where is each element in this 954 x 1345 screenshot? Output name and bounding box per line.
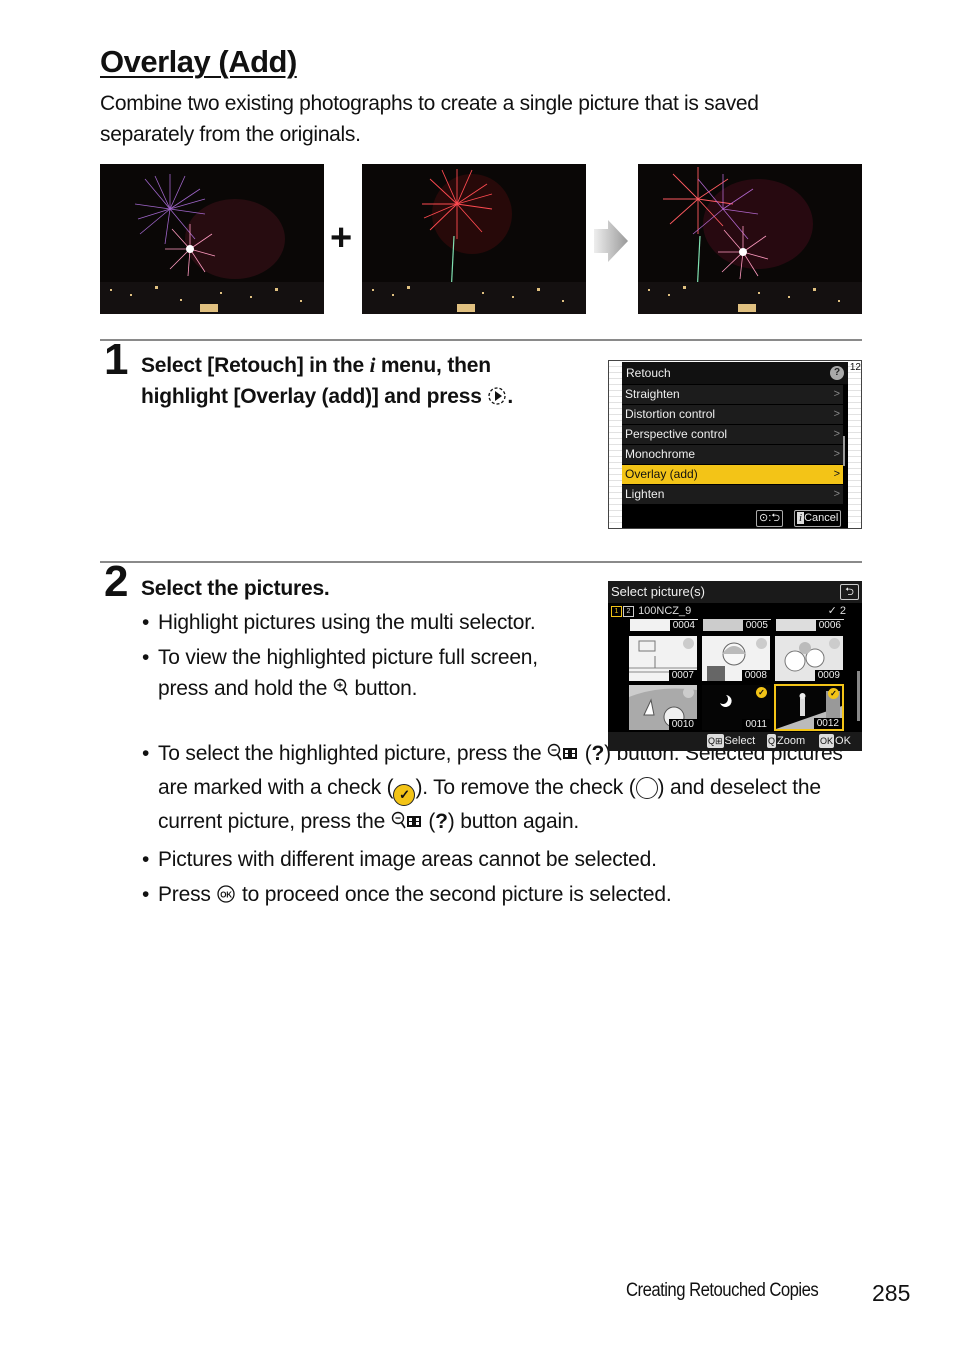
select-button[interactable]: Q⊞ Select [707, 734, 755, 748]
thumbnail-0009[interactable]: 0009 [775, 636, 843, 681]
select-footer: Q⊞ Select Q Zoom OK OK [608, 732, 862, 751]
retouch-menu-screen: 12 Retouch ? Straighten > Distortion cont… [608, 360, 862, 529]
step-2-divider [100, 561, 862, 563]
check-mark-icon: ✓ [393, 784, 416, 806]
plus-sign: + [330, 217, 353, 259]
scrollbar[interactable] [843, 436, 845, 466]
step-2-bullets-top: Highlight pictures using the multi selec… [140, 607, 580, 711]
step-1-instruction: Select [Retouch] in the i menu, then hig… [141, 350, 591, 415]
back-button[interactable]: ⊙:⮌ [756, 510, 784, 527]
menu-item-distortion-control[interactable]: Distortion control > [622, 405, 843, 424]
thumbnail-0012[interactable]: ✓ 0012 [774, 684, 844, 731]
fireworks-image-combined [638, 164, 862, 314]
thumbnail-0006[interactable]: 0006 [776, 619, 844, 631]
menu-item-monochrome[interactable]: Monochrome > [622, 445, 843, 464]
ok-button-icon: OK [216, 882, 236, 913]
menu-item-straighten[interactable]: Straighten > [622, 385, 843, 404]
section-footer: Creating Retouched Copies [626, 1280, 819, 1301]
bullet-proceed: Press OK to proceed once the second pict… [140, 879, 870, 913]
second-source-photo [362, 164, 586, 314]
cancel-button[interactable]: i Cancel [794, 510, 842, 527]
thumbnail-0008[interactable]: 0008 [702, 636, 770, 681]
i-button-icon: i [797, 512, 805, 524]
scrollbar[interactable] [857, 671, 860, 721]
bullet-select: To select the highlighted picture, press… [140, 738, 870, 840]
select-pictures-screen: Select picture(s) ⮌ 12 100NCZ_9 ✓ 2 0004… [608, 581, 862, 751]
result-arrow-icon [594, 220, 630, 267]
zoom-out-thumbnail-icon: Q⊞ [707, 734, 724, 748]
select-header: Select picture(s) ⮌ [608, 581, 862, 603]
bullet-zoom-view: To view the highlighted picture full scr… [140, 642, 580, 707]
step-1-divider [100, 339, 862, 341]
bullet-image-areas: Pictures with different image areas cann… [140, 844, 870, 875]
back-icon[interactable]: ⮌ [840, 584, 859, 600]
step-1-number: 1 [104, 335, 129, 384]
step-2-heading: Select the pictures. [141, 577, 330, 600]
thumbnail-0007[interactable]: 0007 [629, 636, 697, 681]
first-source-photo [100, 164, 324, 314]
zoom-in-icon [333, 676, 349, 707]
page-title: Overlay (Add) [100, 44, 297, 79]
chevron-right-icon: > [833, 448, 840, 460]
intro-paragraph: Combine two existing photographs to crea… [100, 92, 759, 146]
chevron-right-icon: > [833, 428, 840, 440]
menu-item-perspective-control[interactable]: Perspective control > [622, 425, 843, 444]
page-indicator: 12 [849, 362, 861, 373]
zoom-button[interactable]: Q Zoom [767, 734, 805, 748]
checked-icon: ✓ [828, 688, 839, 699]
menu-item-overlay-add[interactable]: Overlay (add) > [622, 465, 843, 484]
thumbnail-0005[interactable]: 0005 [703, 619, 771, 631]
page-number: 285 [872, 1280, 911, 1306]
chevron-right-icon: > [833, 408, 840, 420]
zoom-in-icon: Q [767, 734, 777, 748]
folder-bar: 12 100NCZ_9 ✓ 2 [608, 603, 862, 619]
unselected-circle-icon [683, 687, 694, 698]
menu-item-lighten[interactable]: Lighten > [622, 485, 843, 504]
folder-name: 100NCZ_9 [638, 605, 692, 617]
retouch-header: Retouch ? [622, 362, 848, 384]
zoom-out-thumbnail-icon [391, 809, 423, 840]
thumbnail-0010[interactable]: 0010 [629, 685, 697, 730]
fireworks-image-2 [362, 164, 586, 314]
fireworks-image-1 [100, 164, 324, 314]
checked-icon: ✓ [756, 687, 767, 698]
thumbnail-0004[interactable]: 0004 [630, 619, 698, 631]
empty-circle-icon [635, 777, 658, 799]
help-icon[interactable]: ? [830, 366, 844, 380]
chevron-right-icon: > [833, 488, 840, 500]
zoom-out-thumbnail-icon [547, 741, 579, 772]
unselected-circle-icon [756, 638, 767, 649]
svg-text:OK: OK [221, 891, 233, 900]
step-2-number: 2 [104, 557, 129, 606]
thumbnail-0011[interactable]: ✓ 0011 [702, 685, 770, 730]
unselected-circle-icon [829, 638, 840, 649]
unselected-circle-icon [683, 638, 694, 649]
chevron-right-icon: > [833, 388, 840, 400]
chevron-right-icon: > [833, 468, 840, 480]
bullet-highlight: Highlight pictures using the multi selec… [140, 607, 580, 638]
ok-button[interactable]: OK OK [819, 734, 851, 748]
retouch-footer: ⊙:⮌ i Cancel [622, 507, 848, 527]
multi-selector-right-icon [487, 384, 507, 415]
help-button-icon: ? [435, 810, 448, 833]
help-button-icon: ? [591, 742, 605, 765]
card-slot-1-icon: 1 [611, 605, 622, 617]
step-2-bullets-bottom: To select the highlighted picture, press… [140, 738, 870, 917]
ok-icon: OK [819, 734, 835, 748]
card-slot-2-icon: 2 [623, 605, 634, 617]
result-photo [638, 164, 862, 314]
selected-count: ✓ 2 [827, 605, 846, 617]
